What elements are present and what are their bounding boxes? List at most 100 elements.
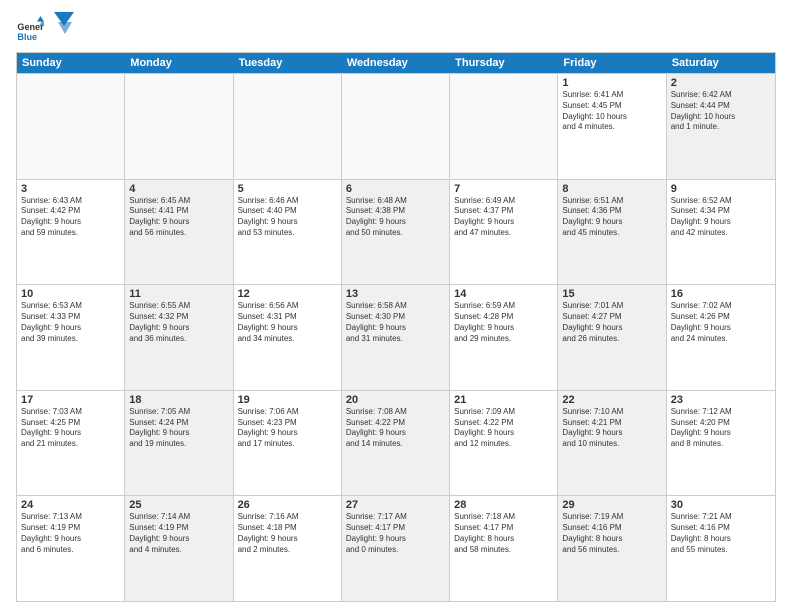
- cell-text-line: Daylight: 9 hours: [346, 323, 445, 334]
- cell-text-line: Sunrise: 6:59 AM: [454, 301, 553, 312]
- cell-text-line: Sunset: 4:31 PM: [238, 312, 337, 323]
- cell-text-line: Sunset: 4:38 PM: [346, 206, 445, 217]
- cell-text-line: Sunrise: 6:55 AM: [129, 301, 228, 312]
- cell-text-line: Sunrise: 7:06 AM: [238, 407, 337, 418]
- cell-text-line: and 47 minutes.: [454, 228, 553, 239]
- day-cell-25: 25Sunrise: 7:14 AMSunset: 4:19 PMDayligh…: [125, 496, 233, 601]
- cell-text-line: Daylight: 9 hours: [238, 217, 337, 228]
- day-cell-27: 27Sunrise: 7:17 AMSunset: 4:17 PMDayligh…: [342, 496, 450, 601]
- cell-text-line: Sunset: 4:37 PM: [454, 206, 553, 217]
- cell-text-line: Sunrise: 7:17 AM: [346, 512, 445, 523]
- cell-text-line: Sunset: 4:33 PM: [21, 312, 120, 323]
- cell-text-line: Sunset: 4:17 PM: [346, 523, 445, 534]
- day-header-friday: Friday: [558, 53, 666, 73]
- cell-text-line: Sunset: 4:27 PM: [562, 312, 661, 323]
- day-number: 10: [21, 288, 120, 300]
- logo-icon: General Blue: [16, 16, 44, 44]
- cell-text-line: Sunrise: 6:42 AM: [671, 90, 771, 101]
- cell-text-line: and 39 minutes.: [21, 334, 120, 345]
- cell-text-line: Sunset: 4:20 PM: [671, 418, 771, 429]
- cell-text-line: Sunrise: 7:03 AM: [21, 407, 120, 418]
- calendar-body: 1Sunrise: 6:41 AMSunset: 4:45 PMDaylight…: [17, 73, 775, 601]
- cell-text-line: Sunset: 4:25 PM: [21, 418, 120, 429]
- calendar-row-0: 1Sunrise: 6:41 AMSunset: 4:45 PMDaylight…: [17, 73, 775, 179]
- cell-text-line: Sunset: 4:21 PM: [562, 418, 661, 429]
- day-cell-24: 24Sunrise: 7:13 AMSunset: 4:19 PMDayligh…: [17, 496, 125, 601]
- cell-text-line: Sunrise: 6:46 AM: [238, 196, 337, 207]
- cell-text-line: and 8 minutes.: [671, 439, 771, 450]
- cell-text-line: and 42 minutes.: [671, 228, 771, 239]
- day-number: 9: [671, 183, 771, 195]
- cell-text-line: Daylight: 9 hours: [129, 428, 228, 439]
- day-number: 1: [562, 77, 661, 89]
- cell-text-line: Daylight: 9 hours: [129, 534, 228, 545]
- day-number: 15: [562, 288, 661, 300]
- day-number: 8: [562, 183, 661, 195]
- day-number: 17: [21, 394, 120, 406]
- cell-text-line: Daylight: 9 hours: [562, 323, 661, 334]
- cell-text-line: and 2 minutes.: [238, 545, 337, 556]
- calendar-row-2: 10Sunrise: 6:53 AMSunset: 4:33 PMDayligh…: [17, 284, 775, 390]
- day-cell-26: 26Sunrise: 7:16 AMSunset: 4:18 PMDayligh…: [234, 496, 342, 601]
- cell-text-line: Daylight: 9 hours: [129, 323, 228, 334]
- cell-text-line: Sunset: 4:24 PM: [129, 418, 228, 429]
- day-number: 25: [129, 499, 228, 511]
- day-number: 5: [238, 183, 337, 195]
- day-number: 19: [238, 394, 337, 406]
- empty-cell: [125, 74, 233, 179]
- day-header-monday: Monday: [125, 53, 233, 73]
- day-cell-9: 9Sunrise: 6:52 AMSunset: 4:34 PMDaylight…: [667, 180, 775, 285]
- cell-text-line: Daylight: 8 hours: [562, 534, 661, 545]
- cell-text-line: Daylight: 9 hours: [346, 217, 445, 228]
- day-number: 23: [671, 394, 771, 406]
- cell-text-line: and 0 minutes.: [346, 545, 445, 556]
- cell-text-line: and 50 minutes.: [346, 228, 445, 239]
- cell-text-line: Daylight: 9 hours: [454, 428, 553, 439]
- day-cell-28: 28Sunrise: 7:18 AMSunset: 4:17 PMDayligh…: [450, 496, 558, 601]
- day-number: 20: [346, 394, 445, 406]
- cell-text-line: Sunset: 4:44 PM: [671, 101, 771, 112]
- cell-text-line: Sunset: 4:22 PM: [454, 418, 553, 429]
- cell-text-line: Sunset: 4:32 PM: [129, 312, 228, 323]
- cell-text-line: Sunset: 4:16 PM: [562, 523, 661, 534]
- calendar-row-3: 17Sunrise: 7:03 AMSunset: 4:25 PM Dayligh…: [17, 390, 775, 496]
- cell-text-line: Sunset: 4:23 PM: [238, 418, 337, 429]
- day-number: 16: [671, 288, 771, 300]
- cell-text-line: Daylight: 9 hours: [238, 428, 337, 439]
- day-cell-20: 20Sunrise: 7:08 AMSunset: 4:22 PMDayligh…: [342, 391, 450, 496]
- day-header-tuesday: Tuesday: [234, 53, 342, 73]
- cell-text-line: and 26 minutes.: [562, 334, 661, 345]
- cell-text-line: and 21 minutes.: [21, 439, 120, 450]
- day-cell-11: 11Sunrise: 6:55 AMSunset: 4:32 PMDayligh…: [125, 285, 233, 390]
- cell-text-line: Daylight: 9 hours: [21, 217, 120, 228]
- day-cell-21: 21Sunrise: 7:09 AMSunset: 4:22 PMDayligh…: [450, 391, 558, 496]
- calendar-header: SundayMondayTuesdayWednesdayThursdayFrid…: [17, 53, 775, 73]
- day-number: 6: [346, 183, 445, 195]
- cell-text-line: Sunset: 4:30 PM: [346, 312, 445, 323]
- cell-text-line: Sunset: 4:41 PM: [129, 206, 228, 217]
- calendar-row-4: 24Sunrise: 7:13 AMSunset: 4:19 PMDayligh…: [17, 495, 775, 601]
- day-cell-18: 18Sunrise: 7:05 AMSunset: 4:24 PMDayligh…: [125, 391, 233, 496]
- cell-text-line: Daylight: 8 hours: [454, 534, 553, 545]
- cell-text-line: Daylight: 9 hours: [671, 323, 771, 334]
- cell-text-line: Daylight: 9 hours: [671, 217, 771, 228]
- day-header-wednesday: Wednesday: [342, 53, 450, 73]
- cell-text-line: Daylight: 9 hours: [238, 323, 337, 334]
- cell-text-line: Daylight: 9 hours: [562, 428, 661, 439]
- cell-text-line: Sunrise: 6:41 AM: [562, 90, 661, 101]
- cell-text-line: Sunrise: 7:14 AM: [129, 512, 228, 523]
- cell-text-line: Daylight: 10 hours: [671, 112, 771, 123]
- empty-cell: [17, 74, 125, 179]
- cell-text-line: Sunrise: 6:48 AM: [346, 196, 445, 207]
- day-cell-13: 13Sunrise: 6:58 AMSunset: 4:30 PMDayligh…: [342, 285, 450, 390]
- day-number: 13: [346, 288, 445, 300]
- day-cell-19: 19Sunrise: 7:06 AMSunset: 4:23 PMDayligh…: [234, 391, 342, 496]
- cell-text-line: Sunrise: 7:13 AM: [21, 512, 120, 523]
- cell-text-line: and 19 minutes.: [129, 439, 228, 450]
- cell-text-line: and 34 minutes.: [238, 334, 337, 345]
- cell-text-line: Daylight: 9 hours: [129, 217, 228, 228]
- day-cell-14: 14Sunrise: 6:59 AMSunset: 4:28 PMDayligh…: [450, 285, 558, 390]
- svg-text:Blue: Blue: [17, 32, 37, 42]
- day-number: 24: [21, 499, 120, 511]
- cell-text-line: Daylight: 9 hours: [671, 428, 771, 439]
